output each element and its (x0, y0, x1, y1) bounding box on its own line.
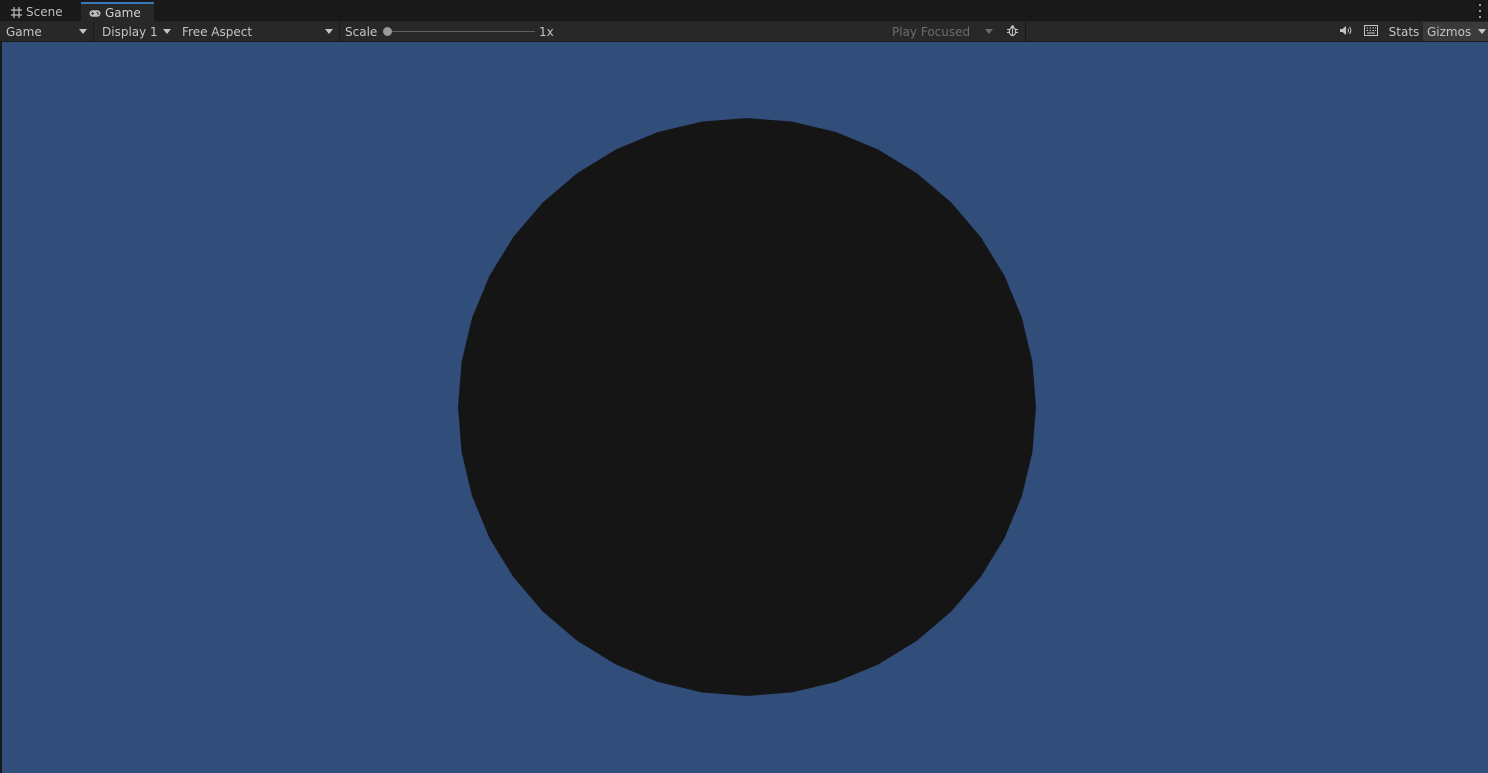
unity-game-window: Scene Game Game Display 1 Free Aspect Sc… (0, 0, 1488, 773)
scale-value: 1x (539, 24, 554, 39)
play-mode-dropdown[interactable]: Play Focused (886, 22, 998, 41)
game-viewport[interactable] (2, 42, 1488, 773)
bug-icon (1006, 24, 1019, 40)
tab-game[interactable]: Game (81, 2, 154, 22)
chevron-down-icon (1478, 29, 1486, 34)
chevron-down-icon (163, 29, 171, 34)
chevron-down-icon (79, 29, 87, 34)
scale-slider-track[interactable] (385, 31, 535, 32)
divider (93, 22, 94, 41)
tab-scene-label: Scene (26, 5, 63, 19)
scale-label: Scale (345, 24, 378, 39)
scale-slider-thumb[interactable] (383, 27, 392, 36)
view-dropdown[interactable]: Game (0, 22, 92, 41)
aspect-dropdown[interactable]: Free Aspect (176, 22, 338, 41)
aspect-dropdown-label: Free Aspect (182, 24, 253, 39)
divider (1025, 22, 1026, 41)
tab-bar: Scene Game (0, 0, 1488, 22)
debug-toggle-button[interactable] (1000, 22, 1024, 41)
shortcut-toggle-button[interactable] (1360, 22, 1382, 41)
keyboard-icon (1364, 24, 1378, 39)
display-dropdown-label: Display 1 (102, 24, 158, 39)
chevron-down-icon (985, 29, 993, 34)
view-dropdown-label: Game (6, 24, 42, 39)
gizmos-dropdown[interactable]: Gizmos (1423, 22, 1488, 41)
chevron-down-icon (325, 29, 333, 34)
gizmos-label: Gizmos (1427, 24, 1472, 39)
rendered-scene (458, 118, 1036, 696)
grid-icon (10, 6, 22, 18)
display-dropdown[interactable]: Display 1 (96, 22, 176, 41)
play-mode-dropdown-label: Play Focused (892, 24, 971, 39)
speaker-icon (1339, 25, 1352, 39)
divider (339, 22, 340, 41)
sphere-object (458, 118, 1036, 696)
gamepad-icon (89, 7, 101, 19)
tab-game-label: Game (105, 6, 141, 20)
game-toolbar: Game Display 1 Free Aspect Scale 1x Play… (0, 22, 1488, 42)
more-options-icon[interactable] (1478, 4, 1482, 18)
mute-audio-button[interactable] (1334, 22, 1356, 41)
stats-button[interactable]: Stats (1386, 22, 1422, 41)
tab-scene[interactable]: Scene (2, 2, 80, 22)
